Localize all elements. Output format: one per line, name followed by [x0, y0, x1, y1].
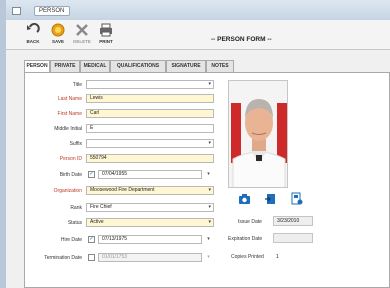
- middle-initial-label: Middle Initial: [54, 126, 82, 132]
- expiration-date-field[interactable]: [273, 233, 313, 243]
- status-label: Status: [67, 220, 82, 226]
- hire-date-input[interactable]: 07/13/1975: [98, 235, 202, 244]
- delete-button[interactable]: DELETE: [71, 23, 93, 47]
- copies-printed-label: Copies Printed: [231, 254, 264, 260]
- rank-label: Rank: [70, 205, 82, 211]
- toolbar: BACK SAVE DELETE PRINT: [6, 20, 390, 50]
- tab-private[interactable]: PRIVATE: [50, 60, 80, 72]
- back-button[interactable]: BACK: [22, 23, 44, 47]
- form-title: -- PERSON FORM --: [211, 36, 272, 43]
- birth-date-input[interactable]: 07/04/1955: [98, 170, 202, 179]
- person-photo-image: [229, 81, 287, 187]
- back-icon: [27, 23, 40, 33]
- printer-icon: [100, 23, 112, 37]
- birth-date-picker-icon[interactable]: ▾: [204, 170, 213, 179]
- back-label: BACK: [26, 39, 40, 44]
- app-icon: [12, 7, 21, 15]
- print-button[interactable]: PRINT: [95, 23, 117, 47]
- first-name-input[interactable]: Carl: [86, 109, 214, 118]
- suffix-label: Suffix: [69, 141, 82, 147]
- issue-date-label: Issue Date: [238, 219, 262, 225]
- save-label: SAVE: [52, 39, 64, 44]
- termination-date-checkbox[interactable]: [88, 254, 95, 261]
- expiration-date-label: Expiration Date: [228, 236, 263, 242]
- termination-date-input[interactable]: 01/01/1753: [98, 253, 202, 262]
- birth-date-checkbox[interactable]: ✓: [88, 171, 95, 178]
- last-name-label: Last Name: [57, 96, 82, 102]
- tab-medical[interactable]: MEDICAL: [80, 60, 110, 72]
- delete-icon: [76, 24, 88, 36]
- hire-date-checkbox[interactable]: ✓: [88, 236, 95, 243]
- person-id-input[interactable]: 550794: [86, 154, 214, 163]
- tab-qualifications[interactable]: QUALIFICATIONS: [110, 60, 166, 72]
- window-titlebar: PERSON: [6, 0, 390, 20]
- birth-date-label: Birth Date: [59, 172, 82, 178]
- print-label: PRINT: [99, 39, 113, 44]
- tab-notes[interactable]: NOTES: [206, 60, 234, 72]
- first-name-label: First Name: [57, 111, 82, 117]
- termination-date-picker-icon[interactable]: ▾: [204, 253, 213, 262]
- tab-signature[interactable]: SIGNATURE: [166, 60, 206, 72]
- import-photo-icon[interactable]: [264, 192, 277, 205]
- badge-print-icon[interactable]: [290, 192, 303, 205]
- person-window: PERSON BACK SAVE DELETE PRINT -- PERSON …: [0, 0, 390, 288]
- suffix-dropdown[interactable]: [86, 139, 214, 148]
- middle-initial-input[interactable]: E: [86, 124, 214, 133]
- hire-date-picker-icon[interactable]: ▾: [204, 235, 213, 244]
- window-title: PERSON: [39, 8, 65, 14]
- organization-label: Organization: [53, 188, 82, 194]
- title-label: Title: [72, 82, 82, 88]
- termination-date-label: Termination Date: [44, 255, 82, 261]
- status-dropdown[interactable]: Active: [86, 218, 214, 227]
- organization-dropdown[interactable]: Moosewood Fire Department: [86, 186, 214, 195]
- person-id-label: Person ID: [59, 156, 82, 162]
- last-name-input[interactable]: Lewis: [86, 94, 214, 103]
- rank-dropdown[interactable]: Fire Chief: [86, 203, 214, 212]
- copies-printed-value: 1: [276, 254, 279, 260]
- save-button[interactable]: SAVE: [47, 23, 69, 47]
- delete-label: DELETE: [73, 39, 91, 44]
- issue-date-field[interactable]: 3/23/2010: [273, 216, 313, 226]
- camera-icon[interactable]: [238, 192, 251, 205]
- person-photo: [228, 80, 288, 188]
- hire-date-label: Hire Date: [60, 237, 82, 243]
- save-icon: [51, 23, 65, 37]
- title-dropdown[interactable]: [86, 80, 214, 89]
